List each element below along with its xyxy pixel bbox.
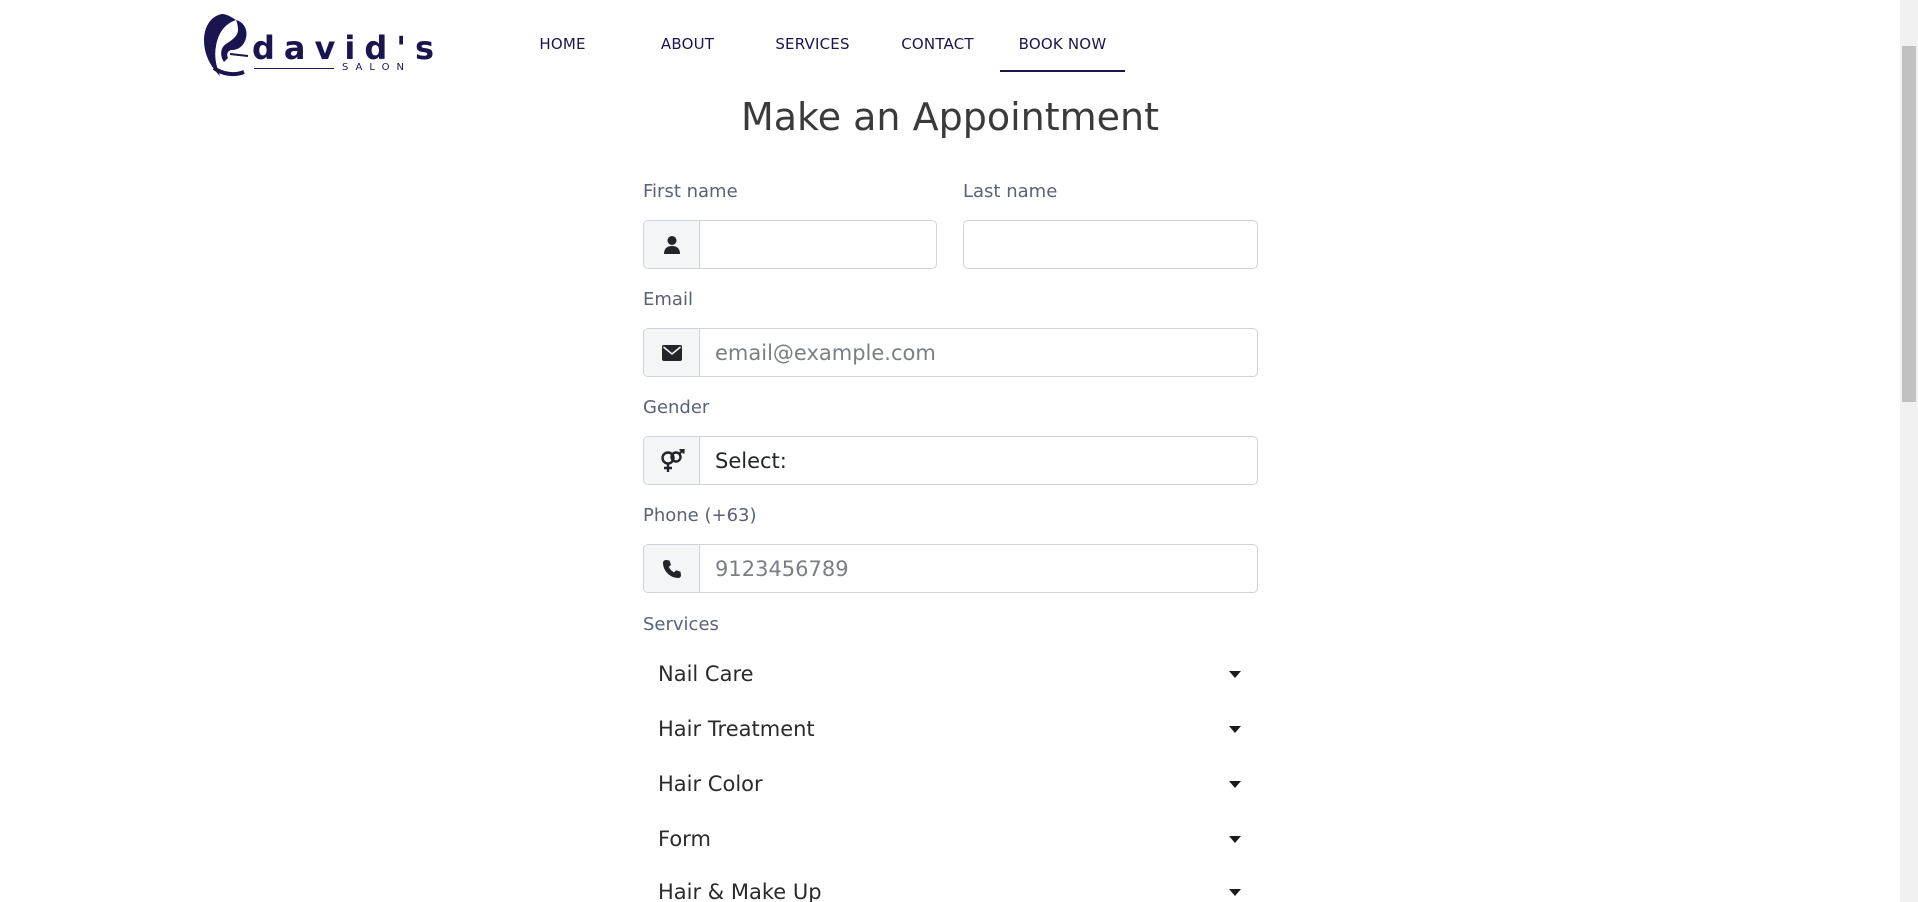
gender-addon: [644, 437, 700, 484]
caret-down-icon: [1229, 670, 1241, 678]
phone-icon: [662, 559, 681, 578]
nav-services[interactable]: SERVICES: [750, 18, 875, 72]
service-label: Hair & Make Up: [658, 880, 822, 902]
service-label: Hair Color: [658, 772, 763, 796]
scrollbar-thumb[interactable]: [1902, 46, 1916, 402]
service-hair-color[interactable]: Hair Color: [643, 758, 1256, 810]
last-name-group: [963, 220, 1258, 269]
last-name-label: Last name: [963, 181, 1058, 202]
gender-label: Gender: [643, 397, 710, 418]
page-scrollbar[interactable]: [1900, 0, 1918, 902]
last-name-input[interactable]: [964, 221, 1257, 268]
phone-group: [643, 544, 1258, 593]
email-input[interactable]: [700, 329, 1257, 376]
first-name-group: [643, 220, 937, 269]
logo-subtitle: SALON: [342, 62, 411, 73]
gender-selected-value: Select:: [715, 448, 787, 473]
service-label: Form: [658, 827, 711, 851]
email-label: Email: [643, 289, 693, 310]
email-group: [643, 328, 1258, 377]
service-nail-care[interactable]: Nail Care: [643, 648, 1256, 700]
first-name-input[interactable]: [700, 221, 936, 268]
nav-contact[interactable]: CONTACT: [875, 18, 1000, 72]
salon-logo[interactable]: david's SALON: [200, 10, 434, 82]
phone-label: Phone (+63): [643, 505, 757, 526]
nav-book-now[interactable]: BOOK NOW: [1000, 18, 1125, 72]
service-form[interactable]: Form: [643, 813, 1256, 865]
first-name-label: First name: [643, 181, 738, 202]
logo-divider: [254, 68, 334, 69]
services-label: Services: [643, 614, 719, 635]
user-icon: [663, 235, 680, 254]
first-name-addon: [644, 221, 700, 268]
nav-home[interactable]: HOME: [500, 18, 625, 72]
service-label: Nail Care: [658, 662, 754, 686]
email-addon: [644, 329, 700, 376]
page-title: Make an Appointment: [740, 95, 1160, 139]
nav-about[interactable]: ABOUT: [625, 18, 750, 72]
caret-down-icon: [1229, 725, 1241, 733]
logo-mark-icon: [204, 14, 249, 77]
service-label: Hair Treatment: [658, 717, 815, 741]
main-nav: HOME ABOUT SERVICES CONTACT BOOK NOW: [500, 18, 1125, 72]
page: david's SALON HOME ABOUT SERVICES CONTAC…: [0, 0, 1900, 902]
caret-down-icon: [1229, 835, 1241, 843]
caret-down-icon: [1229, 888, 1241, 896]
caret-down-icon: [1229, 780, 1241, 788]
gender-icon: [660, 448, 685, 472]
gender-select[interactable]: Select:: [643, 436, 1258, 485]
service-hair-make-up[interactable]: Hair & Make Up: [643, 866, 1256, 902]
phone-addon: [644, 545, 700, 592]
envelope-icon: [661, 344, 682, 361]
logo-wordmark: david's: [252, 29, 444, 67]
service-hair-treatment[interactable]: Hair Treatment: [643, 703, 1256, 755]
phone-input[interactable]: [700, 545, 1257, 592]
